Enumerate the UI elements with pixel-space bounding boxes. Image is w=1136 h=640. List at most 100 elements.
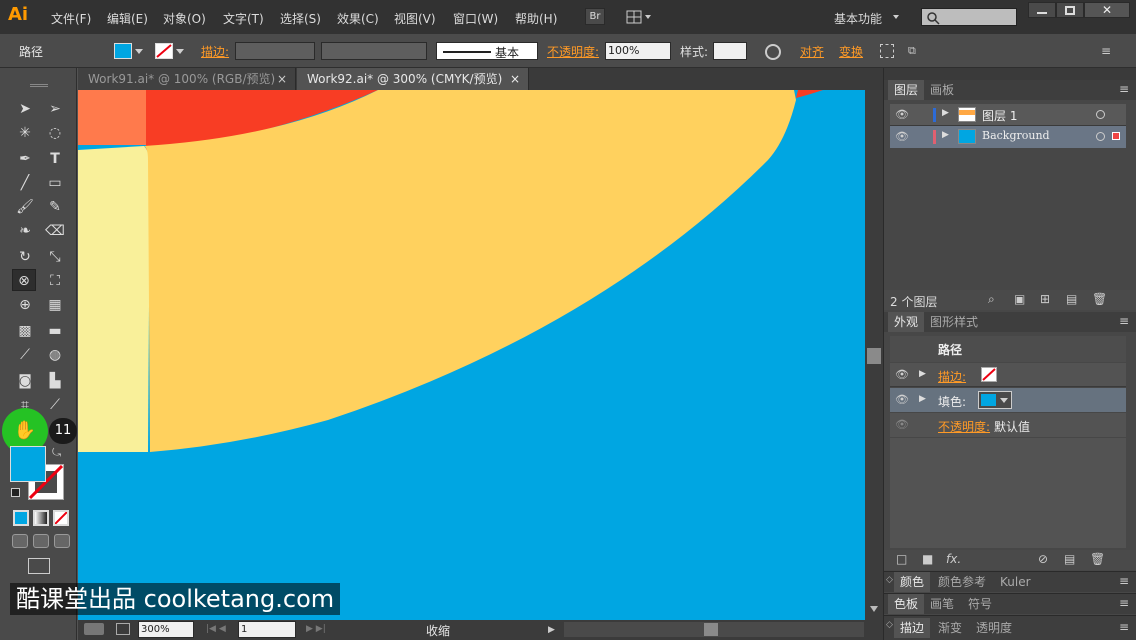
tab-gradient[interactable]: 渐变 — [932, 618, 968, 638]
stroke-caret-icon[interactable] — [176, 49, 184, 54]
screen-mode-icon[interactable] — [28, 558, 50, 574]
vertical-scrollbar[interactable] — [865, 90, 883, 620]
layer-name[interactable]: Background — [982, 129, 1050, 142]
expand-icon[interactable]: ▶ — [919, 394, 926, 404]
new-sublayer-icon[interactable]: ⊞ — [1040, 292, 1050, 306]
isolate-object-icon[interactable] — [880, 44, 894, 58]
scroll-down-icon[interactable] — [870, 606, 878, 612]
tab-color-guide[interactable]: 颜色参考 — [932, 572, 992, 592]
menu-select[interactable]: 选择(S) — [280, 10, 321, 27]
none-mode-icon[interactable] — [53, 510, 69, 526]
eraser-tool-icon[interactable]: ⌫ — [43, 220, 67, 242]
transform-button[interactable]: 变换 — [839, 43, 863, 60]
bridge-button[interactable]: Br — [585, 8, 605, 25]
stroke-weight-label[interactable]: 描边: — [201, 43, 229, 60]
draw-behind-icon[interactable] — [33, 534, 49, 548]
rectangle-tool-icon[interactable]: ▭ — [43, 172, 67, 194]
blob-brush-tool-icon[interactable]: ❧ — [13, 220, 37, 242]
tab-symbols[interactable]: 符号 — [962, 594, 998, 614]
direct-selection-tool-icon[interactable]: ➢ — [43, 98, 67, 120]
add-fill-icon[interactable]: ■ — [922, 552, 933, 566]
close-icon[interactable]: ✕ — [1084, 2, 1130, 18]
tab-swatches[interactable]: 色板 — [888, 594, 925, 614]
menu-help[interactable]: 帮助(H) — [515, 10, 557, 27]
arrange-documents-icon[interactable] — [626, 9, 654, 25]
color-mode-icon[interactable] — [13, 510, 29, 526]
menu-object[interactable]: 对象(O) — [163, 10, 206, 27]
mesh-tool-icon[interactable]: ▩ — [13, 320, 37, 342]
swap-colors-icon[interactable]: ⤿ — [52, 446, 61, 460]
align-button[interactable]: 对齐 — [800, 43, 824, 60]
eye-icon[interactable]: 👁 — [892, 127, 912, 147]
artboard-canvas[interactable] — [78, 90, 865, 620]
fill-color-box[interactable] — [10, 446, 46, 482]
tab-work92[interactable]: Work92.ai* @ 300% (CMYK/预览) × — [297, 68, 529, 90]
menu-view[interactable]: 视图(V) — [394, 10, 436, 27]
graphic-style-picker[interactable] — [713, 42, 747, 60]
minimize-button[interactable] — [1028, 2, 1056, 18]
tab-appearance[interactable]: 外观 — [888, 312, 925, 332]
scale-tool-icon[interactable]: ⤡ — [43, 246, 67, 268]
close-icon[interactable]: × — [510, 68, 520, 90]
fill-swatch[interactable] — [114, 43, 132, 59]
tab-transparency[interactable]: 透明度 — [970, 618, 1018, 638]
target-icon[interactable] — [1096, 110, 1105, 119]
new-layer-icon[interactable]: ▤ — [1066, 292, 1077, 306]
panel-menu-icon[interactable]: ≡ — [1119, 596, 1129, 610]
brush-definition[interactable]: 基本 — [436, 42, 538, 60]
free-transform-tool-icon[interactable]: ⛶ — [43, 270, 67, 292]
appearance-fill-row[interactable]: 👁 ▶ 填色: — [890, 388, 1126, 412]
search-input[interactable] — [921, 8, 1017, 26]
magic-wand-tool-icon[interactable]: ✳ — [13, 122, 37, 144]
layer-name[interactable]: 图层 1 — [982, 107, 1017, 124]
locate-object-icon[interactable]: ⌕ — [988, 292, 995, 307]
panel-menu-icon[interactable]: ≡ — [1119, 574, 1129, 588]
tab-stroke[interactable]: 描边 — [894, 618, 931, 638]
symbol-sprayer-tool-icon[interactable]: ◙ — [13, 370, 37, 392]
stroke-swatch[interactable] — [981, 367, 997, 382]
collapse-icon[interactable]: ◇ — [886, 620, 893, 630]
lasso-tool-icon[interactable]: ◌ — [43, 122, 67, 144]
first-artboard-icon[interactable]: |◀ ◀ — [206, 624, 226, 634]
appearance-opacity-row[interactable]: 👁 不透明度: 默认值 — [890, 413, 1126, 437]
pen-tool-icon[interactable]: ✒ — [13, 148, 37, 170]
tab-artboards[interactable]: 画板 — [924, 80, 960, 100]
menu-edit[interactable]: 编辑(E) — [107, 10, 148, 27]
paintbrush-tool-icon[interactable]: 🖌 — [13, 196, 37, 218]
delete-icon[interactable]: 🗑 — [1090, 552, 1105, 566]
menu-effect[interactable]: 效果(C) — [337, 10, 379, 27]
scroll-thumb[interactable] — [867, 348, 881, 364]
clear-appearance-icon[interactable]: ⊘ — [1038, 552, 1048, 566]
blend-tool-icon[interactable]: ◍ — [43, 344, 67, 366]
collapse-icon[interactable]: ◇ — [886, 575, 893, 585]
draw-inside-icon[interactable] — [54, 534, 70, 548]
open-icon[interactable] — [116, 623, 130, 635]
line-tool-icon[interactable]: ╱ — [13, 172, 37, 194]
layer-row[interactable]: 👁 ▶ 图层 1 — [890, 104, 1126, 126]
fill-caret-icon[interactable] — [135, 49, 143, 54]
delete-icon[interactable]: 🗑 — [1092, 292, 1107, 306]
perspective-grid-tool-icon[interactable]: ▦ — [43, 294, 67, 316]
draw-normal-icon[interactable] — [12, 534, 28, 548]
status-menu-icon[interactable]: ▶ — [548, 625, 555, 635]
menu-window[interactable]: 窗口(W) — [453, 10, 498, 27]
tab-kuler[interactable]: Kuler — [994, 572, 1037, 592]
panel-menu-icon[interactable]: ≡ — [1119, 82, 1129, 96]
gradient-mode-icon[interactable] — [33, 510, 49, 526]
expand-icon[interactable]: ▶ — [942, 130, 949, 140]
panel-menu-icon[interactable]: ≡ — [1101, 44, 1117, 58]
eye-icon[interactable]: 👁 — [892, 415, 912, 435]
target-icon[interactable] — [1096, 132, 1105, 141]
expand-icon[interactable]: ▶ — [919, 369, 926, 379]
stroke-attribute-label[interactable]: 描边: — [938, 368, 966, 385]
tab-layers[interactable]: 图层 — [888, 80, 925, 100]
selection-tool-icon[interactable]: ➤ — [13, 98, 37, 120]
duplicate-item-icon[interactable]: ▤ — [1064, 552, 1075, 566]
stroke-weight-field[interactable] — [235, 42, 315, 60]
appearance-stroke-row[interactable]: 👁 ▶ 描边: — [890, 363, 1126, 387]
variable-width-profile[interactable] — [321, 42, 427, 60]
rotate-tool-icon[interactable]: ↻ — [13, 246, 37, 268]
fx-icon[interactable]: fx. — [946, 552, 961, 566]
tab-brushes[interactable]: 画笔 — [924, 594, 960, 614]
horizontal-scrollbar[interactable] — [564, 622, 864, 637]
